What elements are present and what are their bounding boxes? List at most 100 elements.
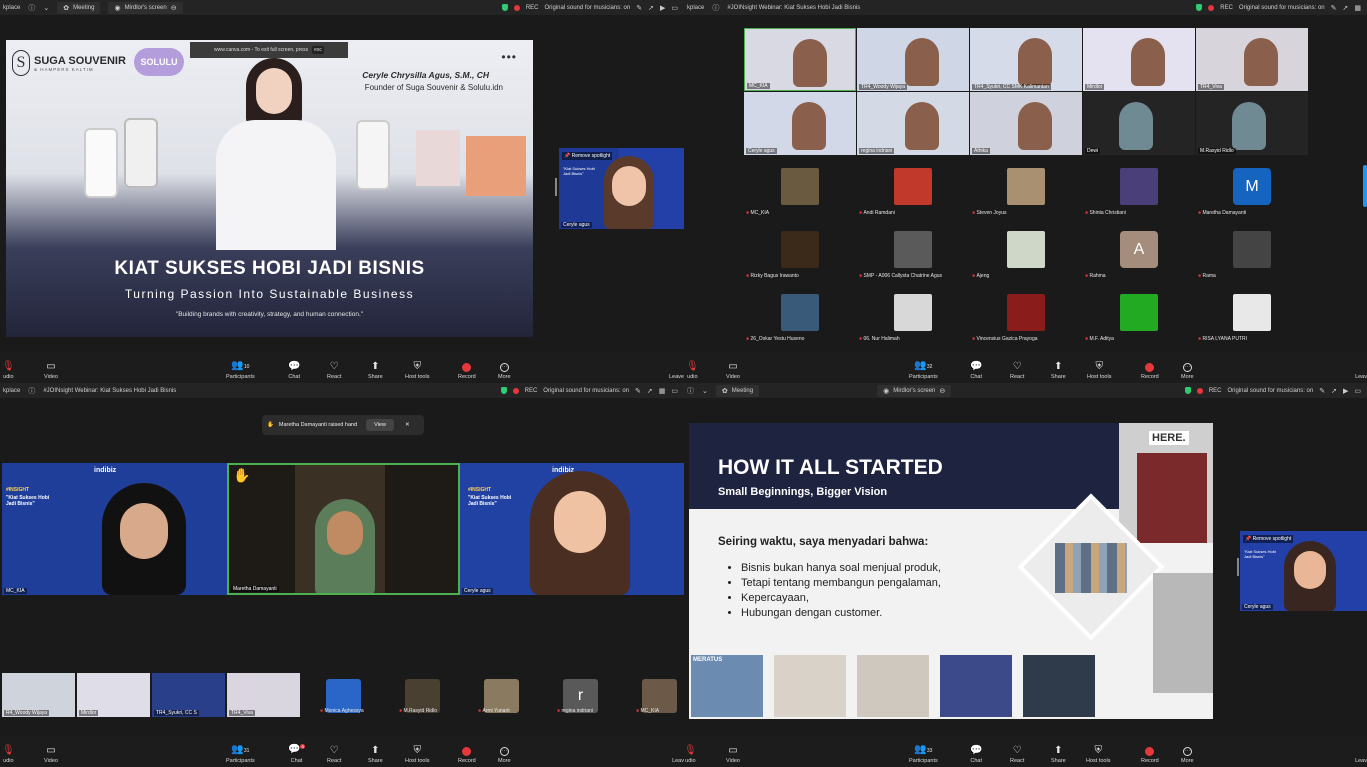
participant-avatar[interactable] bbox=[1120, 294, 1158, 331]
host-tools-button[interactable]: ⛨ Host tools bbox=[1087, 362, 1111, 381]
info-icon[interactable]: ⓘ bbox=[28, 386, 35, 396]
video-button[interactable]: ▭ Video bbox=[44, 746, 58, 765]
video-tile[interactable]: TR4_Viva bbox=[1196, 28, 1308, 91]
tab-screen-share[interactable]: ◉ Mirdlor's screen ⊖ bbox=[877, 384, 952, 397]
host-tools-button[interactable]: ⛨ Host tools bbox=[405, 362, 429, 381]
spotlight-tile[interactable]: 📌 Remove spotlight "Kiat Sukses Hobi Jad… bbox=[1240, 531, 1367, 611]
react-button[interactable]: ♡ React bbox=[327, 746, 341, 765]
participant-avatar[interactable] bbox=[781, 168, 819, 205]
spotlight-tile[interactable]: 📌 Remove spotlight "Kiat Sukses Hobi Jad… bbox=[559, 148, 684, 229]
minus-icon[interactable]: ⊖ bbox=[939, 387, 945, 395]
leave-button[interactable]: Leave bbox=[669, 374, 684, 380]
participants-button[interactable]: 👥32 Participants bbox=[909, 361, 938, 381]
window-icon[interactable]: ▭ bbox=[671, 387, 678, 395]
video-tile[interactable]: Mirdlor bbox=[77, 673, 150, 717]
video-tile[interactable]: R4_Woody Wijaya bbox=[2, 673, 75, 717]
pin-icon[interactable]: ➚ bbox=[1343, 4, 1349, 12]
participant-avatar[interactable] bbox=[894, 294, 932, 331]
audio-button[interactable]: 🎙 udio bbox=[686, 362, 699, 381]
video-tile[interactable]: Mirdlor bbox=[1083, 28, 1195, 91]
pencil-icon[interactable]: ✎ bbox=[635, 387, 641, 395]
info-icon[interactable]: ⓘ bbox=[712, 3, 719, 13]
participant-avatar[interactable] bbox=[1007, 294, 1045, 331]
chevron-down-icon[interactable]: ⌄ bbox=[43, 4, 49, 12]
video-button[interactable]: ▭ Video bbox=[44, 362, 58, 381]
more-icon[interactable]: ••• bbox=[501, 50, 517, 64]
participant-avatar[interactable] bbox=[1233, 231, 1271, 268]
remove-spotlight-label[interactable]: 📌 Remove spotlight bbox=[1243, 535, 1294, 543]
share-button[interactable]: ⬆ Share bbox=[1051, 362, 1066, 381]
pencil-icon[interactable]: ✎ bbox=[1331, 4, 1337, 12]
audio-button[interactable]: 🎙 udio bbox=[2, 362, 15, 381]
host-tools-button[interactable]: ⛨ Host tools bbox=[1086, 746, 1110, 765]
record-button[interactable]: Record bbox=[458, 747, 476, 764]
record-button[interactable]: Record bbox=[458, 363, 476, 380]
pencil-icon[interactable]: ✎ bbox=[636, 4, 642, 12]
share-button[interactable]: ⬆ Share bbox=[368, 746, 383, 765]
more-button[interactable]: ··· More bbox=[1181, 747, 1194, 764]
window-icon[interactable]: ▭ bbox=[671, 4, 678, 12]
tab-meeting[interactable]: ✿ Meeting bbox=[715, 384, 760, 397]
video-tile[interactable]: regina indriani bbox=[857, 92, 969, 155]
leave-button[interactable]: Leav bbox=[1355, 758, 1367, 764]
video-tile-ceryle[interactable]: indibiz #INSIGHT "Kiat Sukses Hobi Jadi … bbox=[460, 463, 684, 595]
minus-icon[interactable]: ⊖ bbox=[171, 4, 177, 12]
grid-icon[interactable]: ▦ bbox=[659, 387, 666, 395]
chat-button[interactable]: 💬 Chat bbox=[970, 746, 982, 765]
leave-button[interactable]: Leav bbox=[672, 758, 684, 764]
window-icon[interactable]: ▭ bbox=[1354, 387, 1361, 395]
more-button[interactable]: ··· More bbox=[498, 363, 511, 380]
participant-avatar[interactable]: A bbox=[1120, 231, 1158, 268]
video-tile[interactable]: TR4_Syukri, CC S bbox=[152, 673, 225, 717]
chevron-down-icon[interactable]: ⌄ bbox=[702, 387, 708, 395]
pin-icon[interactable]: ➚ bbox=[647, 387, 653, 395]
pencil-icon[interactable]: ✎ bbox=[1319, 387, 1325, 395]
video-tile[interactable]: MC_KIA bbox=[744, 28, 856, 91]
video-tile-maretha[interactable]: ✋ Maretha Damayanti bbox=[227, 463, 460, 595]
chat-button[interactable]: 💬 Chat bbox=[970, 362, 982, 381]
record-button[interactable]: Record bbox=[1141, 747, 1159, 764]
record-button[interactable]: Record bbox=[1141, 363, 1159, 380]
share-button[interactable]: ⬆ Share bbox=[1051, 746, 1066, 765]
more-button[interactable]: ··· More bbox=[1181, 363, 1194, 380]
video-tile[interactable]: TR4_Viva bbox=[227, 673, 300, 717]
close-icon[interactable]: ✕ bbox=[405, 422, 410, 428]
video-tile-mc-kia[interactable]: indibiz #INSIGHT "Kiat Sukses Hobi Jadi … bbox=[2, 463, 227, 595]
participant-avatar[interactable] bbox=[894, 231, 932, 268]
camera-icon[interactable]: ▶ bbox=[1343, 387, 1348, 395]
participants-button[interactable]: 👥10 Participants bbox=[226, 361, 255, 381]
audio-button[interactable]: 🎙 udio bbox=[2, 746, 15, 765]
chat-button[interactable]: 💬6 Chat bbox=[288, 744, 305, 764]
react-button[interactable]: ♡ React bbox=[327, 362, 341, 381]
participant-avatar[interactable] bbox=[781, 294, 819, 331]
view-button[interactable]: View bbox=[366, 419, 394, 431]
camera-icon[interactable]: ▶ bbox=[660, 4, 665, 12]
pin-icon[interactable]: ➚ bbox=[648, 4, 654, 12]
info-icon[interactable]: ⓘ bbox=[28, 3, 35, 13]
video-tile[interactable]: M.Rasyid Ridlo bbox=[1196, 92, 1308, 155]
video-button[interactable]: ▭ Video bbox=[726, 362, 740, 381]
react-button[interactable]: ♡ React bbox=[1010, 746, 1024, 765]
video-tile[interactable]: Dewi bbox=[1083, 92, 1195, 155]
participants-button[interactable]: 👥31 Participants bbox=[226, 745, 255, 765]
participant-avatar[interactable] bbox=[1233, 294, 1271, 331]
participant-avatar[interactable] bbox=[1007, 231, 1045, 268]
more-button[interactable]: ··· More bbox=[498, 747, 511, 764]
video-button[interactable]: ▭ Video bbox=[726, 746, 740, 765]
video-tile[interactable]: Athika bbox=[970, 92, 1082, 155]
chat-button[interactable]: 💬 Chat bbox=[288, 362, 300, 381]
react-button[interactable]: ♡ React bbox=[1010, 362, 1024, 381]
resize-handle[interactable] bbox=[1237, 558, 1239, 576]
host-tools-button[interactable]: ⛨ Host tools bbox=[405, 746, 429, 765]
resize-handle[interactable] bbox=[555, 178, 557, 196]
leave-button[interactable]: Leav bbox=[1355, 374, 1367, 380]
scroll-handle[interactable] bbox=[1363, 165, 1367, 207]
video-tile[interactable]: TR4_Syukri, CC SMK Kalimantan bbox=[970, 28, 1082, 91]
participant-avatar[interactable]: M bbox=[1233, 168, 1271, 205]
pin-icon[interactable]: ➚ bbox=[1331, 387, 1337, 395]
info-icon[interactable]: ⓘ bbox=[687, 386, 694, 396]
participant-avatar[interactable] bbox=[894, 168, 932, 205]
tab-meeting[interactable]: ✿ Meeting bbox=[57, 1, 101, 14]
video-tile[interactable]: TR4_Woody Wijaya bbox=[857, 28, 969, 91]
audio-button[interactable]: 🎙 udio bbox=[684, 746, 697, 765]
